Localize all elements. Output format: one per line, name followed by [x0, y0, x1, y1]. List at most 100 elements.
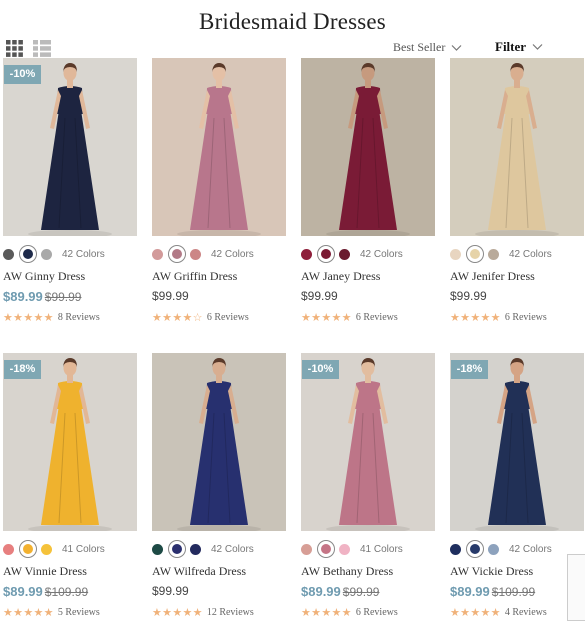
product-image[interactable] — [450, 58, 584, 236]
product-card: -10% 41 Colors AW Bethany Dress $89.99 $99.9… — [301, 353, 435, 621]
model-photo — [152, 353, 286, 531]
reviews-link[interactable]: 6 Reviews — [356, 607, 398, 618]
model-photo — [450, 58, 584, 236]
color-swatch[interactable] — [488, 248, 499, 260]
color-swatch[interactable] — [450, 248, 461, 260]
color-swatches: 42 Colors — [450, 246, 584, 262]
color-swatch[interactable] — [450, 543, 461, 555]
product-card: -18% 42 Colors AW Vickie Dress $89.99 $109.9… — [450, 353, 584, 621]
product-name[interactable]: AW Bethany Dress — [301, 564, 393, 579]
product-name[interactable]: AW Vickie Dress — [450, 564, 533, 579]
current-price: $99.99 — [301, 289, 338, 303]
color-count[interactable]: 41 Colors — [62, 544, 105, 555]
star-rating: ★★★★☆ — [152, 311, 203, 324]
color-swatch[interactable] — [169, 541, 185, 557]
product-price: $99.99 — [450, 289, 487, 303]
reviews-link[interactable]: 12 Reviews — [207, 607, 254, 618]
product-card: 42 Colors AW Jenifer Dress $99.99 ★★★★★ 6 Re… — [450, 58, 584, 328]
color-swatch[interactable] — [41, 543, 52, 555]
product-name[interactable]: AW Janey Dress — [301, 269, 380, 284]
product-image[interactable] — [152, 58, 286, 236]
original-price: $109.99 — [44, 585, 89, 599]
color-swatch[interactable] — [301, 543, 312, 555]
color-count[interactable]: 42 Colors — [360, 249, 403, 260]
reviews-link[interactable]: 8 Reviews — [58, 312, 100, 323]
color-swatch[interactable] — [152, 543, 163, 555]
product-image[interactable]: -18% — [450, 353, 584, 531]
current-price: $89.99 — [450, 584, 490, 599]
product-card: 42 Colors AW Janey Dress $99.99 ★★★★★ 6 Revi… — [301, 58, 435, 328]
star-rating: ★★★★★ — [450, 606, 501, 619]
reviews-link[interactable]: 5 Reviews — [58, 607, 100, 618]
color-count[interactable]: 42 Colors — [211, 544, 254, 555]
product-image[interactable] — [301, 58, 435, 236]
model-photo — [3, 353, 137, 531]
color-swatch[interactable] — [41, 248, 52, 260]
product-price: $99.99 — [152, 289, 189, 303]
model-photo — [301, 58, 435, 236]
model-photo — [301, 353, 435, 531]
color-swatch[interactable] — [3, 248, 14, 260]
reviews-link[interactable]: 6 Reviews — [356, 312, 398, 323]
product-image[interactable] — [152, 353, 286, 531]
reviews-link[interactable]: 4 Reviews — [505, 607, 547, 618]
sort-dropdown[interactable]: Best Seller — [393, 40, 462, 55]
color-swatch[interactable] — [169, 246, 185, 262]
color-count[interactable]: 42 Colors — [211, 249, 254, 260]
product-name[interactable]: AW Griffin Dress — [152, 269, 237, 284]
color-swatch[interactable] — [190, 248, 201, 260]
product-rating: ★★★★★ 4 Reviews — [450, 606, 547, 619]
color-swatch[interactable] — [20, 246, 36, 262]
color-swatch[interactable] — [190, 543, 201, 555]
product-card: 42 Colors AW Wilfreda Dress $99.99 ★★★★★ 12 … — [152, 353, 286, 621]
grid-view-icon[interactable] — [6, 40, 23, 57]
color-swatch[interactable] — [318, 246, 334, 262]
color-count[interactable]: 42 Colors — [62, 249, 105, 260]
color-swatches: 41 Colors — [301, 541, 435, 557]
product-image[interactable]: -18% — [3, 353, 137, 531]
product-name[interactable]: AW Vinnie Dress — [3, 564, 87, 579]
model-photo — [450, 353, 584, 531]
discount-badge: -10% — [4, 65, 41, 84]
reviews-link[interactable]: 6 Reviews — [505, 312, 547, 323]
side-panel-edge[interactable] — [567, 554, 585, 621]
reviews-link[interactable]: 6 Reviews — [207, 312, 249, 323]
color-swatches: 42 Colors — [3, 246, 137, 262]
star-rating: ★★★★★ — [3, 606, 54, 619]
product-name[interactable]: AW Wilfreda Dress — [152, 564, 246, 579]
color-swatch[interactable] — [339, 248, 350, 260]
chevron-down-icon — [532, 44, 543, 50]
product-rating: ★★★★☆ 6 Reviews — [152, 311, 249, 324]
product-rating: ★★★★★ 5 Reviews — [3, 606, 100, 619]
color-swatches: 41 Colors — [3, 541, 137, 557]
color-count[interactable]: 41 Colors — [360, 544, 403, 555]
color-swatch[interactable] — [339, 543, 350, 555]
product-name[interactable]: AW Ginny Dress — [3, 269, 85, 284]
product-price: $89.99 $109.99 — [3, 584, 88, 599]
product-price: $99.99 — [301, 289, 338, 303]
list-view-icon[interactable] — [33, 40, 51, 57]
color-swatch[interactable] — [467, 541, 483, 557]
color-swatch[interactable] — [20, 541, 36, 557]
color-swatches: 42 Colors — [301, 246, 435, 262]
color-swatch[interactable] — [152, 248, 163, 260]
toolbar: Best Seller Filter — [0, 38, 585, 58]
color-swatch[interactable] — [488, 543, 499, 555]
product-image[interactable]: -10% — [3, 58, 137, 236]
color-swatch[interactable] — [3, 543, 14, 555]
product-name[interactable]: AW Jenifer Dress — [450, 269, 535, 284]
color-swatch[interactable] — [318, 541, 334, 557]
star-rating: ★★★★★ — [301, 606, 352, 619]
color-count[interactable]: 42 Colors — [509, 249, 552, 260]
color-swatch[interactable] — [301, 248, 312, 260]
star-rating: ★★★★★ — [152, 606, 203, 619]
product-image[interactable]: -10% — [301, 353, 435, 531]
color-swatch[interactable] — [467, 246, 483, 262]
product-rating: ★★★★★ 6 Reviews — [301, 311, 398, 324]
color-swatches: 42 Colors — [152, 246, 286, 262]
star-rating: ★★★★★ — [301, 311, 352, 324]
color-count[interactable]: 42 Colors — [509, 544, 552, 555]
filter-dropdown[interactable]: Filter — [495, 39, 543, 55]
chevron-down-icon — [451, 44, 462, 51]
current-price: $99.99 — [450, 289, 487, 303]
